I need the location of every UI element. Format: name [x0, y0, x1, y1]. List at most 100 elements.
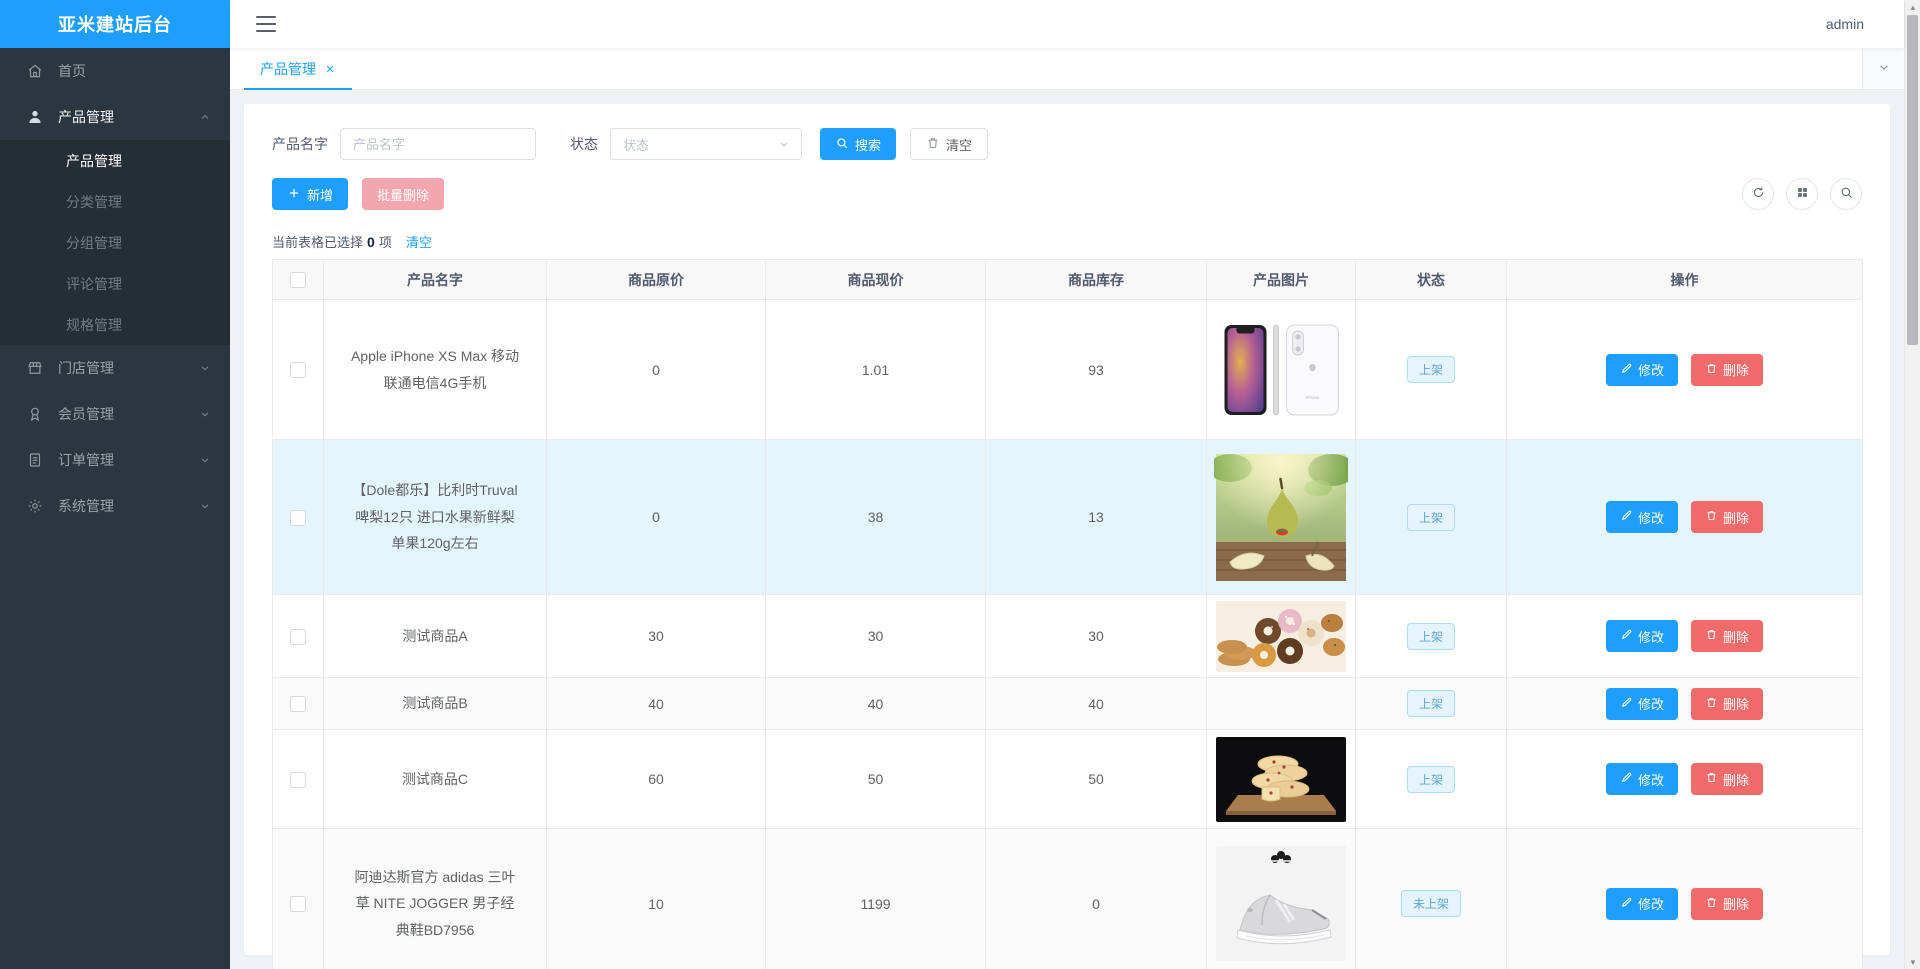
select-all-cell	[272, 259, 324, 300]
order-icon	[26, 451, 44, 469]
tab-options-button[interactable]	[1862, 48, 1904, 89]
sidebar-item-label: 首页	[58, 63, 86, 79]
status-badge: 上架	[1406, 356, 1455, 383]
products-table: 产品名字 商品原价 商品现价 商品库存 产品图片 状态 操作 Apple iPhone XS…	[272, 259, 1863, 969]
sidebar-item-settings[interactable]: 系统管理	[0, 483, 230, 529]
product-image-cell	[1206, 729, 1356, 829]
clear-filters-button[interactable]: 清空	[910, 128, 989, 160]
product-image-cell: iPhone	[1206, 299, 1356, 440]
edit-button[interactable]: 修改	[1606, 887, 1678, 920]
chevron-down-icon	[777, 137, 791, 151]
sidebar-item-home[interactable]: 首页	[0, 48, 230, 94]
row-checkbox[interactable]	[290, 362, 306, 379]
sidebar-item-order[interactable]: 订单管理	[0, 437, 230, 483]
sidebar-subitem-label: 评论管理	[66, 275, 122, 292]
chevron-up-icon	[198, 110, 212, 124]
columns-button[interactable]	[1786, 178, 1818, 210]
edit-button[interactable]: 修改	[1606, 620, 1678, 652]
row-checkbox[interactable]	[290, 771, 306, 788]
search-button[interactable]: 搜索	[820, 128, 897, 160]
scrollbar-thumb[interactable]	[1907, 15, 1918, 345]
status-select[interactable]: 状态	[610, 128, 802, 160]
sidebar-menu: 首页 产品管理 产品管理 分类管理 分组管理 评论管理 规格管理 门店管理 会员管理 订单管理 系统…	[0, 48, 230, 969]
status-badge: 上架	[1406, 622, 1455, 650]
window-scrollbar[interactable]: ▲ ▼	[1904, 0, 1920, 969]
delete-button[interactable]: 删除	[1691, 763, 1763, 795]
scroll-down-arrow-icon[interactable]: ▼	[1905, 955, 1920, 969]
row-select-cell	[272, 439, 324, 595]
hamburger-menu-icon[interactable]	[256, 16, 276, 32]
delete-button[interactable]: 删除	[1691, 501, 1763, 533]
delete-button[interactable]: 删除	[1691, 353, 1763, 386]
original-price-cell: 0	[546, 439, 766, 595]
sidebar-item-label: 订单管理	[58, 452, 114, 468]
row-checkbox[interactable]	[290, 509, 306, 526]
tab-product-management[interactable]: 产品管理	[244, 48, 352, 90]
delete-button[interactable]: 删除	[1691, 887, 1763, 920]
table-row: 阿迪达斯官方 adidas 三叶草 NITE JOGGER 男子经典鞋BD795…	[272, 828, 1863, 969]
app-root: 亚米建站后台 首页 产品管理 产品管理 分类管理 分组管理 评论管理 规格管理 门店管理 会员管…	[0, 0, 1920, 969]
row-checkbox[interactable]	[290, 628, 306, 645]
product-name-cell: 阿迪达斯官方 adidas 三叶草 NITE JOGGER 男子经典鞋BD795…	[323, 828, 547, 969]
status-cell: 上架	[1355, 729, 1507, 829]
row-checkbox[interactable]	[290, 896, 306, 913]
stock-cell: 50	[985, 729, 1207, 829]
edit-button[interactable]: 修改	[1606, 353, 1678, 386]
stock-cell: 13	[985, 439, 1207, 595]
status-select-placeholder: 状态	[623, 137, 650, 153]
tab-bar: 产品管理	[230, 48, 1904, 90]
scroll-up-arrow-icon[interactable]: ▲	[1905, 0, 1920, 14]
edit-button[interactable]: 修改	[1606, 687, 1678, 720]
sidebar-item-label: 会员管理	[58, 406, 114, 422]
product-image-cell	[1206, 439, 1356, 595]
table-search-button[interactable]	[1830, 178, 1862, 210]
pencil-icon	[1620, 362, 1633, 378]
tab-close-icon[interactable]	[324, 63, 336, 75]
current-price-cell: 38	[765, 439, 986, 595]
delete-button[interactable]: 删除	[1691, 620, 1763, 652]
original-price-cell: 40	[546, 677, 766, 730]
shop-icon	[26, 359, 44, 377]
sidebar-subitem[interactable]: 分类管理	[0, 181, 230, 222]
user-menu[interactable]: admin	[1826, 16, 1864, 32]
sidebar-item-shop[interactable]: 门店管理	[0, 345, 230, 391]
original-price-cell: 0	[546, 299, 766, 440]
product-image-cell	[1206, 677, 1356, 730]
sidebar-item-member[interactable]: 会员管理	[0, 391, 230, 437]
current-price-cell: 30	[765, 594, 986, 678]
clear-selection-link[interactable]: 清空	[406, 232, 432, 251]
row-select-cell	[272, 594, 324, 678]
select-all-checkbox[interactable]	[290, 272, 306, 289]
sidebar: 亚米建站后台 首页 产品管理 产品管理 分类管理 分组管理 评论管理 规格管理 门店管理 会员管…	[0, 0, 230, 969]
batch-delete-button[interactable]: 批量删除	[362, 178, 445, 210]
selection-info: 当前表格已选择 0 项 清空	[272, 232, 432, 251]
row-checkbox[interactable]	[290, 696, 306, 713]
sidebar-subitem[interactable]: 评论管理	[0, 263, 230, 304]
trash-icon	[1705, 509, 1718, 525]
delete-button[interactable]: 删除	[1691, 687, 1763, 720]
content-area: 产品名字 状态 状态 搜索	[230, 90, 1904, 969]
sidebar-subitem[interactable]: 产品管理	[0, 140, 230, 181]
sidebar-subitem[interactable]: 分组管理	[0, 222, 230, 263]
original-price-cell: 30	[546, 594, 766, 678]
refresh-button[interactable]	[1742, 178, 1774, 210]
edit-button[interactable]: 修改	[1606, 501, 1678, 533]
chevron-down-icon	[198, 361, 212, 375]
trash-icon	[1705, 771, 1718, 787]
home-icon	[26, 62, 44, 80]
pencil-icon	[1620, 696, 1633, 712]
sidebar-item-user[interactable]: 产品管理	[0, 94, 230, 140]
column-header: 商品原价	[546, 259, 766, 300]
pencil-icon	[1620, 509, 1633, 525]
table-row: Apple iPhone XS Max 移动联通电信4G手机 0 1.01 93 iPh…	[272, 299, 1863, 440]
column-header: 产品名字	[323, 259, 547, 300]
product-name-input[interactable]	[340, 128, 536, 160]
stock-cell: 93	[985, 299, 1207, 440]
sidebar-item-label: 系统管理	[58, 498, 114, 514]
edit-button[interactable]: 修改	[1606, 763, 1678, 795]
table-row: 【Dole都乐】比利时Truval啤梨12只 进口水果新鲜梨 单果120g左右 0…	[272, 439, 1863, 595]
actions-cell: 修改 删除	[1506, 677, 1863, 730]
add-button[interactable]: 新增	[272, 178, 349, 210]
trash-icon	[1705, 896, 1718, 912]
sidebar-subitem[interactable]: 规格管理	[0, 304, 230, 345]
